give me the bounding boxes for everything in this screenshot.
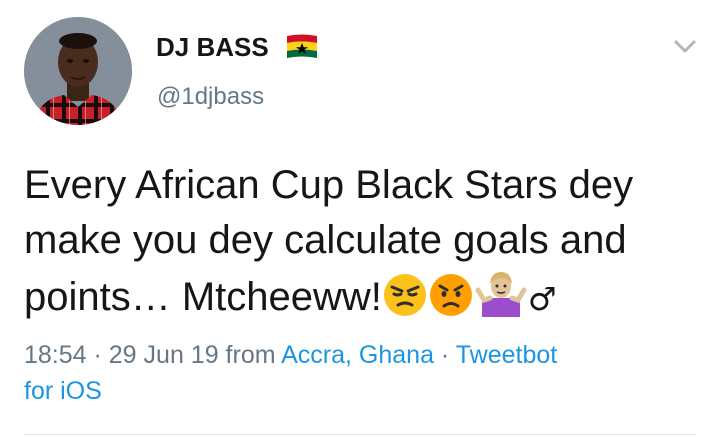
tweet-date: 29 Jun 19 xyxy=(108,341,219,369)
tweet-text-line: Every African Cup Black Stars dey xyxy=(24,163,634,207)
meta-from: from xyxy=(218,341,282,369)
user-handle[interactable]: @1djbass xyxy=(157,82,264,112)
avatar[interactable] xyxy=(24,17,132,125)
location-link[interactable]: Accra, Ghana xyxy=(281,341,434,369)
pouting-face-emoji xyxy=(428,272,474,333)
tweet-time: 18:54 xyxy=(24,341,87,369)
divider xyxy=(24,434,696,435)
tweet-text-line: make you dey calculate goals and xyxy=(24,218,627,262)
ghana-flag-icon xyxy=(284,32,320,62)
tweet-text-line: points… Mtcheeww! xyxy=(24,275,382,319)
shrugging-person-emoji xyxy=(474,268,528,333)
meta-separator: · xyxy=(433,341,456,369)
male-sign-emoji: ♂ xyxy=(527,280,557,318)
client-link-part[interactable]: for iOS xyxy=(24,377,102,405)
display-name[interactable]: DJ BASS xyxy=(156,32,269,62)
tweet-text-line-3: points… Mtcheeww! ♂ xyxy=(24,268,704,333)
tweet-meta: 18:54 · 29 Jun 19 from Accra, Ghana · Tw… xyxy=(24,337,684,409)
unamused-face-emoji xyxy=(382,272,428,333)
tweet-card[interactable]: DJ BASS @1djbass Every African Cup Black… xyxy=(0,0,720,437)
chevron-down-icon[interactable] xyxy=(672,36,698,56)
tweet-text: Every African Cup Black Stars dey make y… xyxy=(24,158,704,333)
meta-separator: · xyxy=(86,341,109,369)
avatar-image xyxy=(24,17,132,125)
client-link-part[interactable]: Tweetbot xyxy=(456,341,557,369)
